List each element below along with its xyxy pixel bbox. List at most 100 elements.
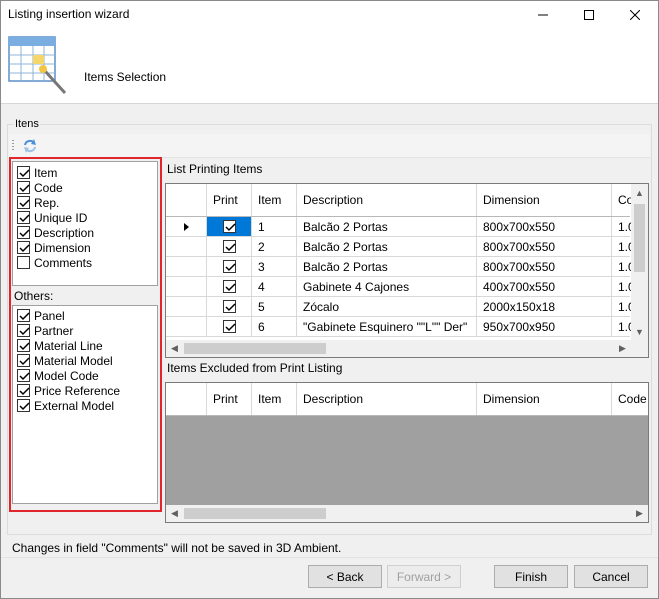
- table-row[interactable]: 2 Balcão 2 Portas 800x700x550 1.0: [166, 237, 635, 257]
- checkbox[interactable]: [17, 369, 30, 382]
- table-row[interactable]: 6 "Gabinete Esquinero ""L"" Der" 950x700…: [166, 317, 635, 337]
- print-cell[interactable]: [207, 317, 252, 336]
- description-cell[interactable]: "Gabinete Esquinero ""L"" Der": [297, 317, 477, 336]
- checkbox[interactable]: [17, 196, 30, 209]
- dimension-cell[interactable]: 400x700x550: [477, 277, 612, 296]
- scroll-left-icon[interactable]: ◀: [166, 505, 183, 522]
- checkbox[interactable]: [17, 384, 30, 397]
- checkbox[interactable]: [17, 339, 30, 352]
- row-header[interactable]: [166, 217, 207, 236]
- back-button[interactable]: < Back: [308, 565, 382, 588]
- row-header[interactable]: [166, 237, 207, 256]
- field-item[interactable]: Comments: [17, 255, 92, 270]
- item-cell[interactable]: 1: [252, 217, 297, 236]
- column-header[interactable]: Description: [297, 383, 477, 415]
- field-item[interactable]: Description: [17, 225, 94, 240]
- item-cell[interactable]: 2: [252, 237, 297, 256]
- print-cell[interactable]: [207, 217, 252, 236]
- print-cell[interactable]: [207, 257, 252, 276]
- column-header[interactable]: Print: [207, 383, 252, 415]
- row-header[interactable]: [166, 277, 207, 296]
- scrollbar-thumb[interactable]: [184, 343, 326, 354]
- item-cell[interactable]: 4: [252, 277, 297, 296]
- scroll-left-icon[interactable]: ◀: [166, 340, 183, 357]
- print-cell[interactable]: [207, 297, 252, 316]
- column-header[interactable]: Item: [252, 184, 297, 216]
- description-cell[interactable]: Gabinete 4 Cajones: [297, 277, 477, 296]
- minimize-icon[interactable]: [520, 1, 566, 29]
- row-header[interactable]: [166, 257, 207, 276]
- scroll-up-icon[interactable]: ▲: [631, 184, 648, 201]
- checkbox[interactable]: [222, 240, 236, 253]
- dimension-cell[interactable]: 950x700x950: [477, 317, 612, 336]
- table-row[interactable]: 5 Zócalo 2000x150x18 1.0: [166, 297, 635, 317]
- column-header[interactable]: Dimension: [477, 383, 612, 415]
- checkbox[interactable]: [17, 399, 30, 412]
- print-cell[interactable]: [207, 237, 252, 256]
- dimension-cell[interactable]: 2000x150x18: [477, 297, 612, 316]
- table-row[interactable]: 1 Balcão 2 Portas 800x700x550 1.0: [166, 217, 635, 237]
- checkbox[interactable]: [222, 260, 236, 273]
- horizontal-scrollbar[interactable]: ◀ ▶: [166, 505, 648, 522]
- others-item[interactable]: Model Code: [17, 368, 99, 383]
- description-cell[interactable]: Zócalo: [297, 297, 477, 316]
- description-cell[interactable]: Balcão 2 Portas: [297, 237, 477, 256]
- scrollbar-thumb[interactable]: [634, 204, 645, 272]
- refresh-icon[interactable]: [22, 138, 38, 154]
- horizontal-scrollbar[interactable]: ◀ ▶: [166, 340, 648, 357]
- finish-button[interactable]: Finish: [494, 565, 568, 588]
- field-item[interactable]: Dimension: [17, 240, 91, 255]
- checkbox[interactable]: [222, 280, 236, 293]
- cancel-button[interactable]: Cancel: [574, 565, 648, 588]
- checkbox[interactable]: [17, 354, 30, 367]
- row-header[interactable]: [166, 317, 207, 336]
- column-header[interactable]: Print: [207, 184, 252, 216]
- scrollbar-thumb[interactable]: [184, 508, 326, 519]
- field-item[interactable]: Unique ID: [17, 210, 87, 225]
- others-item[interactable]: Material Line: [17, 338, 103, 353]
- column-header[interactable]: Description: [297, 184, 477, 216]
- close-icon[interactable]: [612, 1, 658, 29]
- vertical-scrollbar[interactable]: ▲ ▼: [631, 184, 648, 340]
- item-cell[interactable]: 5: [252, 297, 297, 316]
- checkbox[interactable]: [17, 324, 30, 337]
- table-row[interactable]: 4 Gabinete 4 Cajones 400x700x550 1.0: [166, 277, 635, 297]
- checkbox[interactable]: [17, 241, 30, 254]
- checkbox[interactable]: [17, 256, 30, 269]
- others-item[interactable]: Panel: [17, 308, 65, 323]
- print-items-grid[interactable]: Print Item Description Dimension Co 1 Ba…: [165, 183, 649, 358]
- checkbox[interactable]: [17, 211, 30, 224]
- item-cell[interactable]: 3: [252, 257, 297, 276]
- checkbox[interactable]: [222, 300, 236, 313]
- description-cell[interactable]: Balcão 2 Portas: [297, 217, 477, 236]
- dimension-cell[interactable]: 800x700x550: [477, 257, 612, 276]
- print-cell[interactable]: [207, 277, 252, 296]
- dimension-cell[interactable]: 800x700x550: [477, 217, 612, 236]
- scroll-right-icon[interactable]: ▶: [631, 505, 648, 522]
- field-item[interactable]: Item: [17, 165, 57, 180]
- checkbox[interactable]: [17, 181, 30, 194]
- maximize-icon[interactable]: [566, 1, 612, 29]
- others-item[interactable]: Price Reference: [17, 383, 120, 398]
- others-item[interactable]: Partner: [17, 323, 73, 338]
- excluded-items-grid[interactable]: Print Item Description Dimension Code ◀ …: [165, 382, 649, 523]
- column-header[interactable]: Item: [252, 383, 297, 415]
- column-header[interactable]: Code: [612, 383, 648, 415]
- others-item[interactable]: Material Model: [17, 353, 113, 368]
- checkbox[interactable]: [222, 220, 236, 233]
- field-item[interactable]: Rep.: [17, 195, 59, 210]
- description-cell[interactable]: Balcão 2 Portas: [297, 257, 477, 276]
- scroll-right-icon[interactable]: ▶: [614, 340, 631, 357]
- toolbar-grip[interactable]: [12, 140, 14, 152]
- item-cell[interactable]: 6: [252, 317, 297, 336]
- checkbox[interactable]: [17, 226, 30, 239]
- fields-checklist[interactable]: Item Code Rep. Unique ID Description Dim…: [12, 161, 158, 286]
- column-header[interactable]: Dimension: [477, 184, 612, 216]
- checkbox[interactable]: [222, 320, 236, 333]
- scroll-down-icon[interactable]: ▼: [631, 323, 648, 340]
- forward-button[interactable]: Forward >: [387, 565, 461, 588]
- checkbox[interactable]: [17, 166, 30, 179]
- field-item[interactable]: Code: [17, 180, 63, 195]
- checkbox[interactable]: [17, 309, 30, 322]
- dimension-cell[interactable]: 800x700x550: [477, 237, 612, 256]
